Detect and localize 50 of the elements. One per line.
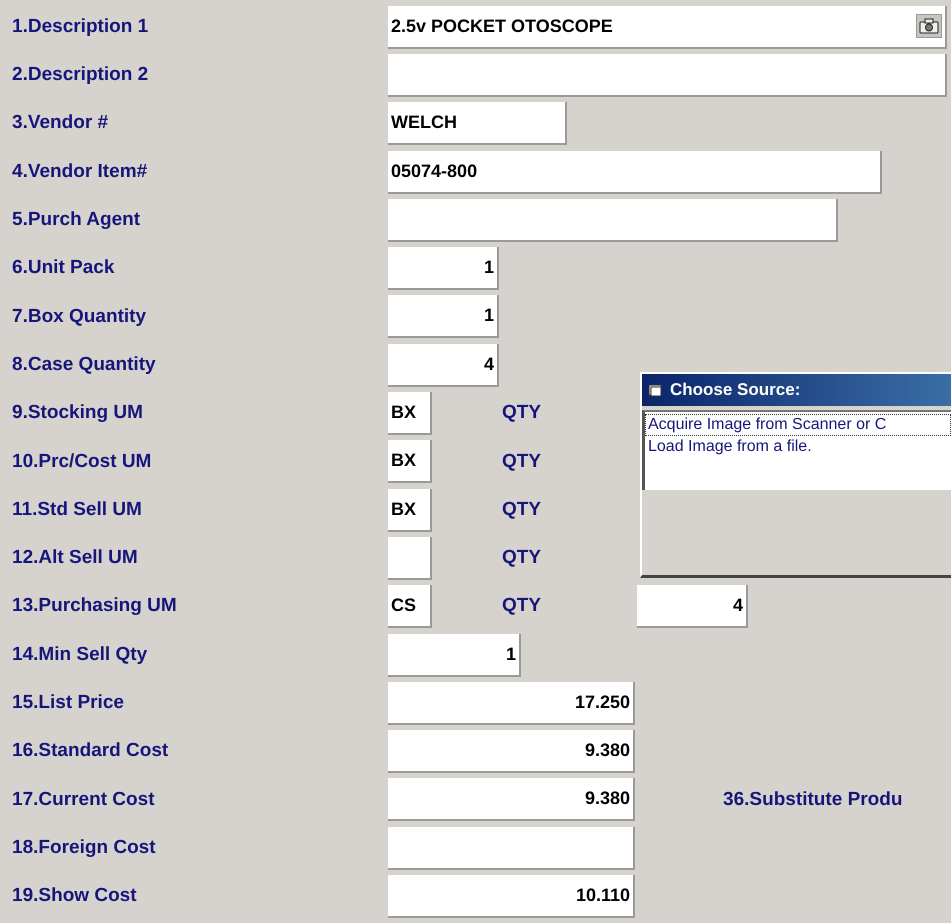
input-field[interactable]: CS: [388, 585, 432, 628]
input-field[interactable]: [388, 198, 838, 242]
field-label: 5.Purch Agent: [11, 208, 142, 232]
input-field[interactable]: 9.380: [388, 778, 635, 822]
list-item[interactable]: Load Image from a file.: [645, 436, 951, 458]
input-field[interactable]: 1: [388, 295, 499, 338]
field-label: 3.Vendor #: [11, 111, 110, 136]
field-label: 14.Min Sell Qty: [11, 642, 148, 667]
input-field[interactable]: 2.5v POCKET OTOSCOPE: [388, 6, 947, 49]
list-item[interactable]: Acquire Image from Scanner or C: [645, 414, 951, 436]
field-label: 19.Show Cost: [11, 884, 138, 908]
field-label: 2.Description 2: [11, 63, 150, 88]
input-field[interactable]: [388, 536, 432, 580]
field-label: 11.Std Sell UM: [11, 498, 143, 522]
qty-label: QTY: [502, 401, 542, 426]
input-field[interactable]: 1: [388, 634, 521, 676]
field-label: 36.Substitute Produ: [723, 788, 902, 812]
field-label: 15.List Price: [11, 691, 125, 716]
field-label: 17.Current Cost: [11, 788, 156, 812]
field-label: 13.Purchasing UM: [11, 594, 178, 618]
field-label: 18.Foreign Cost: [11, 836, 157, 860]
field-label: 7.Box Quantity: [11, 304, 148, 329]
field-label: 12.Alt Sell UM: [11, 546, 139, 570]
input-field[interactable]: 9.380: [388, 730, 635, 774]
field-label: 10.Prc/Cost UM: [11, 450, 152, 474]
qty-label: QTY: [502, 498, 542, 522]
field-label: 1.Description 1: [11, 14, 150, 39]
field-label: 9.Stocking UM: [11, 401, 144, 426]
input-field[interactable]: 10.110: [388, 874, 635, 918]
field-label: 16.Standard Cost: [11, 739, 170, 764]
field-label: 4.Vendor Item#: [11, 160, 148, 184]
input-field[interactable]: WELCH: [388, 102, 567, 146]
input-field[interactable]: BX: [388, 488, 432, 532]
window-icon: [648, 383, 664, 397]
camera-icon[interactable]: [916, 14, 942, 38]
qty-label: QTY: [502, 546, 542, 570]
input-field[interactable]: BX: [388, 392, 432, 436]
field-label: 8.Case Quantity: [11, 352, 157, 377]
input-field[interactable]: 05074-800: [388, 150, 882, 194]
input-field[interactable]: BX: [388, 440, 432, 484]
input-field[interactable]: 4: [388, 344, 499, 387]
qty-label: QTY: [502, 450, 542, 474]
input-field[interactable]: 4: [637, 585, 748, 628]
input-field[interactable]: [388, 826, 635, 870]
dialog-title: Choose Source:: [670, 379, 800, 402]
input-field[interactable]: 17.250: [388, 682, 635, 725]
field-label: 6.Unit Pack: [11, 256, 116, 280]
qty-label: QTY: [502, 594, 542, 618]
input-field[interactable]: 1: [388, 247, 499, 290]
input-field[interactable]: [388, 54, 947, 97]
